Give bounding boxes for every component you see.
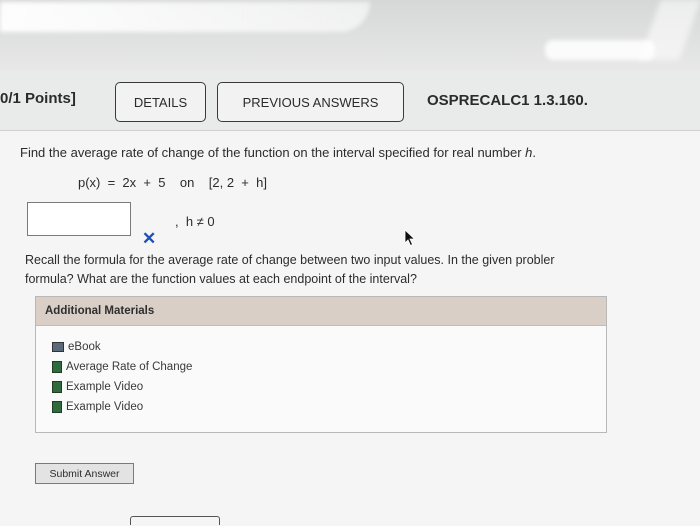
screen-glare xyxy=(0,2,370,32)
materials-list: eBook Average Rate of Change Example Vid… xyxy=(52,337,192,417)
next-button-edge[interactable] xyxy=(130,516,220,525)
domain-condition: , h ≠ 0 xyxy=(175,214,215,229)
hint-line: formula? What are the function values at… xyxy=(25,272,417,286)
prompt-end: . xyxy=(532,145,536,160)
material-video-link[interactable]: Example Video xyxy=(52,377,192,397)
submit-answer-button[interactable]: Submit Answer xyxy=(35,463,134,484)
material-label: Average Rate of Change xyxy=(66,361,193,373)
material-video-link[interactable]: Average Rate of Change xyxy=(52,357,192,377)
mouse-cursor-icon xyxy=(404,229,416,247)
material-label: Example Video xyxy=(66,401,144,413)
material-label: Example Video xyxy=(66,381,144,393)
video-icon xyxy=(52,361,62,373)
additional-materials-panel: Additional Materials eBook Average Rate … xyxy=(35,296,607,433)
question-prompt: Find the average rate of change of the f… xyxy=(20,145,536,160)
video-icon xyxy=(52,401,62,413)
material-ebook-link[interactable]: eBook xyxy=(52,337,192,357)
book-icon xyxy=(52,342,64,352)
points-label: 0/1 Points] xyxy=(0,90,76,107)
material-video-link[interactable]: Example Video xyxy=(52,397,192,417)
prompt-text: Find the average rate of change of the f… xyxy=(20,145,526,160)
hint-text: Recall the formula for the average rate … xyxy=(25,251,555,289)
material-label: eBook xyxy=(68,341,101,353)
screen-glare xyxy=(545,40,655,60)
incorrect-icon: ✕ xyxy=(142,229,157,248)
additional-materials-title: Additional Materials xyxy=(36,297,606,326)
hint-line: Recall the formula for the average rate … xyxy=(25,253,555,267)
previous-answers-button[interactable]: PREVIOUS ANSWERS xyxy=(217,82,404,122)
answer-input[interactable] xyxy=(27,202,131,236)
function-definition: p(x) = 2x + 5 on [2, 2 + h] xyxy=(78,175,267,190)
video-icon xyxy=(52,381,62,393)
question-id: OSPRECALC1 1.3.160. xyxy=(427,92,588,109)
details-button[interactable]: DETAILS xyxy=(115,82,206,122)
